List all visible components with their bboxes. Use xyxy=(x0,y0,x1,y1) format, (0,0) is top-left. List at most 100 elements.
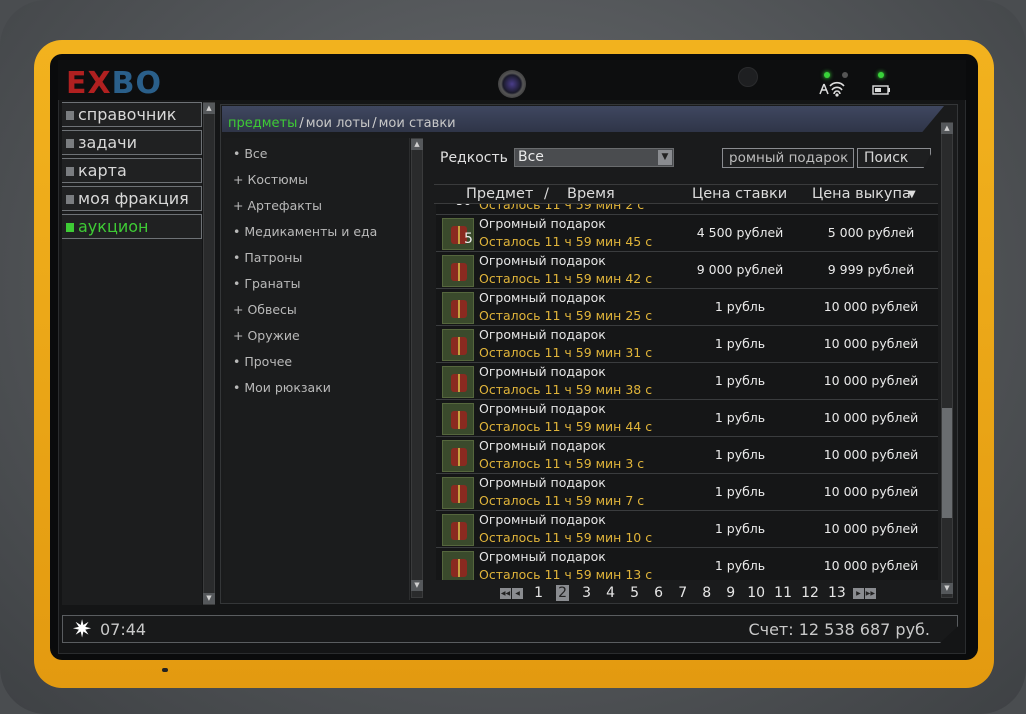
page-number[interactable]: 11 xyxy=(774,585,792,601)
nav-scrollbar[interactable] xyxy=(203,102,215,605)
lot-name: Огромный подарок xyxy=(479,364,606,379)
category-list: • Все + Костюмы + Артефакты • Медикамент… xyxy=(224,138,410,600)
lot-bid: 1 рубль xyxy=(714,299,766,314)
lot-buyout: 10 000 рублей xyxy=(823,373,919,388)
gift-icon xyxy=(442,403,474,435)
category-item[interactable]: + Оружие xyxy=(233,328,300,343)
light-sensor xyxy=(738,67,758,87)
category-item[interactable]: • Прочее xyxy=(233,354,292,369)
table-row[interactable]: 5 Огромный подарок Осталось 11 ч 59 мин … xyxy=(436,215,938,252)
rarity-select[interactable]: Все ▼ xyxy=(514,148,674,167)
lot-buyout: 10 000 рублей xyxy=(823,336,919,351)
scroll-up-icon[interactable]: ▲ xyxy=(203,103,215,114)
table-row[interactable]: Огромный подарок Осталось 11 ч 59 мин 42… xyxy=(436,252,938,289)
page-number[interactable]: 1 xyxy=(534,585,543,601)
page-number-current[interactable]: 2 xyxy=(556,585,570,601)
next-page-icon[interactable]: ▶ xyxy=(852,588,864,599)
category-item[interactable]: • Гранаты xyxy=(233,276,301,291)
wifi-icon xyxy=(818,80,854,102)
chevron-down-icon[interactable]: ▼ xyxy=(658,150,672,165)
nav-label: справочник xyxy=(78,105,177,124)
scroll-up-icon[interactable]: ▲ xyxy=(941,123,953,134)
logo-part-b: BO xyxy=(111,66,162,101)
lot-name: Огромный подарок xyxy=(479,475,606,490)
filter-row: Редкость Все ▼ ромный подарок Поиск xyxy=(434,140,938,176)
gift-icon xyxy=(442,551,474,580)
lot-time: Осталось 11 ч 59 мин 2 с xyxy=(479,204,645,212)
tab-my-bids[interactable]: мои ставки xyxy=(379,116,456,131)
lot-name: Огромный подарок xyxy=(479,253,606,268)
sort-desc-icon[interactable]: ▼ xyxy=(908,189,916,200)
lot-bid: 1 рубль xyxy=(714,373,766,388)
lot-bid: 1 рубль xyxy=(714,336,766,351)
nav-item-tasks[interactable]: задачи xyxy=(62,130,202,155)
lot-time: Осталось 11 ч 59 мин 42 с xyxy=(479,271,653,286)
page-number[interactable]: 13 xyxy=(828,585,846,601)
page-number[interactable]: 5 xyxy=(630,585,639,601)
table-row[interactable]: Огромный подарок Осталось 11 ч 59 мин 13… xyxy=(436,548,938,580)
page-number[interactable]: 4 xyxy=(606,585,615,601)
search-button[interactable]: Поиск xyxy=(857,148,931,168)
col-separator: / xyxy=(544,186,549,202)
category-item[interactable]: + Костюмы xyxy=(233,172,308,187)
nav-label: задачи xyxy=(78,133,138,152)
col-time[interactable]: Время xyxy=(567,186,615,202)
table-row[interactable]: Огромный подарок Осталось 11 ч 59 мин 31… xyxy=(436,326,938,363)
page-number[interactable]: 9 xyxy=(726,585,735,601)
category-item[interactable]: + Обвесы xyxy=(233,302,297,317)
lot-scrollbar[interactable] xyxy=(941,122,953,598)
scroll-down-icon[interactable]: ▼ xyxy=(203,593,215,604)
pagination: ◀◀ ◀ 1 2 3 4 5 6 7 8 9 10 11 12 13 ▶ ▶▶ xyxy=(500,582,877,601)
table-row[interactable]: Огромный подарок Осталось 11 ч 59 мин 44… xyxy=(436,400,938,437)
table-row[interactable]: Огромный подарок Осталось 11 ч 59 мин 7 … xyxy=(436,474,938,511)
nav-item-auction[interactable]: аукцион xyxy=(62,214,202,239)
table-row[interactable]: Огромный подарок Осталось 11 ч 59 мин 10… xyxy=(436,511,938,548)
nav-item-map[interactable]: карта xyxy=(62,158,202,183)
lot-list: Осталось 11 ч 59 мин 2 с 50 5 Огромный п… xyxy=(436,204,938,580)
nav-item-faction[interactable]: моя фракция xyxy=(62,186,202,211)
first-page-icon[interactable]: ◀◀ xyxy=(500,588,511,599)
gift-icon xyxy=(442,366,474,398)
tab-items[interactable]: предметы xyxy=(228,116,297,131)
last-page-icon[interactable]: ▶▶ xyxy=(864,588,876,599)
category-item[interactable]: • Мои рюкзаки xyxy=(233,380,331,395)
table-row[interactable]: Огромный подарок Осталось 11 ч 59 мин 38… xyxy=(436,363,938,400)
gift-icon xyxy=(442,292,474,324)
nav-label: моя фракция xyxy=(78,189,189,208)
scroll-thumb[interactable] xyxy=(942,408,952,518)
page-number[interactable]: 10 xyxy=(747,585,765,601)
col-bid[interactable]: Цена ставки xyxy=(692,186,787,202)
scroll-up-icon[interactable]: ▲ xyxy=(411,139,423,150)
page-number[interactable]: 12 xyxy=(801,585,819,601)
lot-bid: 4 500 рублей xyxy=(696,225,784,240)
lot-quantity: 5 xyxy=(464,231,473,247)
page-number[interactable]: 7 xyxy=(678,585,687,601)
scroll-down-icon[interactable]: ▼ xyxy=(411,580,423,591)
category-item[interactable]: + Артефакты xyxy=(233,198,322,213)
page-number[interactable]: 6 xyxy=(654,585,663,601)
search-input[interactable]: ромный подарок xyxy=(722,148,854,168)
tab-my-lots[interactable]: мои лоты xyxy=(306,116,370,131)
table-row-partial[interactable]: Осталось 11 ч 59 мин 2 с 50 xyxy=(436,204,938,215)
page-number[interactable]: 3 xyxy=(582,585,591,601)
col-item[interactable]: Предмет xyxy=(466,186,533,202)
page-number[interactable]: 8 xyxy=(702,585,711,601)
category-scrollbar[interactable] xyxy=(411,138,423,598)
lot-buyout: 10 000 рублей xyxy=(823,410,919,425)
tab-separator: / xyxy=(372,116,377,131)
scroll-down-icon[interactable]: ▼ xyxy=(941,583,953,594)
nav-bullet xyxy=(66,223,74,232)
table-row[interactable]: Огромный подарок Осталось 11 ч 59 мин 3 … xyxy=(436,437,938,474)
category-item[interactable]: • Патроны xyxy=(233,250,302,265)
lot-name: Огромный подарок xyxy=(479,549,606,564)
col-buyout[interactable]: Цена выкупа xyxy=(812,186,911,202)
prev-page-icon[interactable]: ◀ xyxy=(512,588,523,599)
category-item[interactable]: • Все xyxy=(233,146,268,161)
category-item[interactable]: • Медикаменты и еда xyxy=(233,224,377,239)
table-row[interactable]: Огромный подарок Осталось 11 ч 59 мин 25… xyxy=(436,289,938,326)
lot-name: Огромный подарок xyxy=(479,327,606,342)
nav-item-reference[interactable]: справочник xyxy=(62,102,202,127)
lot-time: Осталось 11 ч 59 мин 7 с xyxy=(479,493,645,508)
side-nav: справочник задачи карта моя фракция аукц… xyxy=(62,102,202,605)
gift-icon xyxy=(442,440,474,472)
